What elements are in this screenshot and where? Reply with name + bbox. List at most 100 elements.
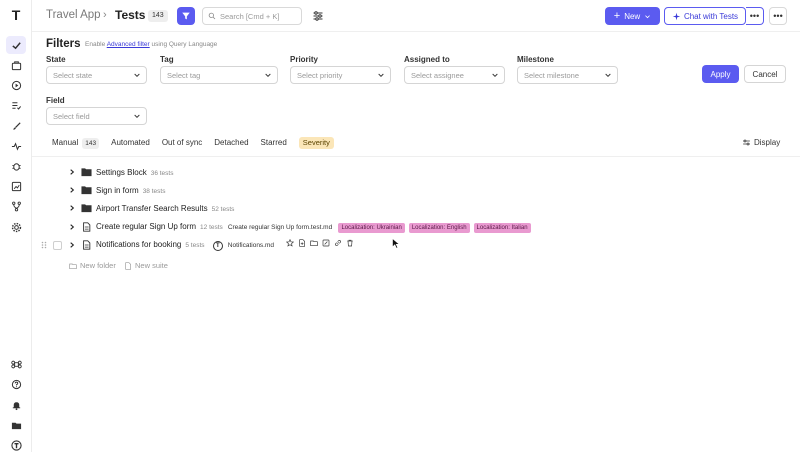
- tab-out-of-sync[interactable]: Out of sync: [156, 135, 208, 151]
- sliders-icon[interactable]: [312, 10, 324, 22]
- test-count: 12 tests: [200, 223, 223, 231]
- hint-suffix: using Query Language: [151, 41, 218, 48]
- chevron-right-icon[interactable]: [68, 204, 76, 212]
- apply-button[interactable]: Apply: [702, 65, 739, 83]
- bell-icon[interactable]: [6, 396, 26, 414]
- new-folder-button[interactable]: New folder: [69, 261, 116, 270]
- search-input[interactable]: [220, 11, 300, 21]
- briefcase-icon[interactable]: [6, 56, 26, 74]
- tree-row-folder[interactable]: Sign in form 38 tests: [32, 182, 800, 198]
- chevron-down-icon: [134, 73, 140, 77]
- tag-badge[interactable]: Localization: Italian: [473, 222, 531, 233]
- search-box[interactable]: [202, 7, 302, 25]
- add-file-icon[interactable]: [298, 239, 306, 247]
- tree-row-folder[interactable]: Settings Block 36 tests: [32, 164, 800, 180]
- chevron-down-icon: [645, 14, 651, 18]
- new-suite-button[interactable]: New suite: [124, 261, 168, 270]
- left-rail: T: [0, 0, 32, 452]
- tree-row-suite-hovered[interactable]: Notifications for booking 5 tests T Notifi…: [32, 237, 800, 253]
- link-icon[interactable]: [334, 239, 342, 247]
- state-label: State: [46, 55, 66, 64]
- tree-row-suite[interactable]: Create regular Sign Up form 12 tests Creat…: [32, 219, 800, 235]
- brush-icon[interactable]: [6, 117, 26, 135]
- row-actions: [286, 239, 354, 247]
- tree-item-label: Settings Block 36 tests: [96, 168, 173, 177]
- app-logo[interactable]: T: [9, 8, 23, 22]
- chat-with-tests-button[interactable]: Chat with Tests: [664, 7, 746, 25]
- file-name: Create regular Sign Up form.test.md: [227, 223, 333, 231]
- tests-nav-icon[interactable]: [6, 36, 26, 54]
- tree-row-folder[interactable]: Airport Transfer Search Results 52 tests: [32, 200, 800, 216]
- star-icon[interactable]: [286, 239, 295, 247]
- tab-manual[interactable]: Manual 143: [46, 135, 105, 151]
- chevron-down-icon: [378, 73, 384, 77]
- state-select[interactable]: Select state: [46, 66, 147, 84]
- field-select[interactable]: Select field: [46, 107, 147, 125]
- test-count: 52 tests: [211, 205, 235, 213]
- state-placeholder: Select state: [53, 70, 93, 80]
- tag-label: Tag: [160, 55, 174, 64]
- divider: [32, 156, 800, 157]
- filters-title: Filters: [46, 38, 81, 50]
- user-avatar-icon[interactable]: [6, 436, 26, 452]
- tab-detached[interactable]: Detached: [208, 135, 254, 151]
- command-icon[interactable]: [6, 355, 26, 373]
- row-checkbox[interactable]: [53, 240, 62, 250]
- folder-icon: [81, 186, 92, 195]
- help-icon[interactable]: [6, 375, 26, 393]
- advanced-filter-link[interactable]: Advanced filter: [107, 41, 150, 48]
- gear-icon[interactable]: [6, 218, 26, 236]
- tag-badge[interactable]: Localization: Ukrainian: [338, 222, 405, 233]
- more-options-button[interactable]: •••: [769, 7, 787, 25]
- tests-count-badge: 143: [148, 10, 168, 22]
- folder-name: Settings Block: [96, 167, 147, 177]
- chevron-right-icon[interactable]: [68, 241, 76, 249]
- priority-select[interactable]: Select priority: [290, 66, 391, 84]
- filter-button[interactable]: [177, 7, 195, 25]
- bug-icon[interactable]: [6, 157, 26, 175]
- chevron-right-icon[interactable]: [68, 168, 76, 176]
- folder-plus-icon: [69, 263, 77, 269]
- chevron-right-icon[interactable]: [68, 223, 76, 231]
- mouse-cursor-icon: [392, 238, 400, 249]
- list-check-icon[interactable]: [6, 96, 26, 114]
- test-count: 36 tests: [150, 169, 174, 177]
- tree-item-label: Notifications for booking 5 tests T Notifi…: [96, 239, 354, 251]
- tree-item-label: Sign in form 38 tests: [96, 186, 165, 195]
- priority-placeholder: Select priority: [297, 70, 343, 80]
- folder-name: Sign in form: [96, 185, 139, 195]
- test-count: 38 tests: [142, 187, 166, 195]
- tab-starred[interactable]: Starred: [255, 135, 293, 151]
- sliders-icon: [743, 139, 750, 146]
- tag-select[interactable]: Select tag: [160, 66, 278, 84]
- sparkle-icon: [672, 12, 681, 20]
- cancel-button[interactable]: Cancel: [744, 65, 786, 83]
- display-button[interactable]: Display: [742, 138, 780, 147]
- file-plus-icon: [125, 261, 131, 270]
- breadcrumb-app[interactable]: Travel App: [46, 9, 101, 21]
- chart-icon[interactable]: [6, 177, 26, 195]
- drag-handle-icon[interactable]: [41, 241, 47, 249]
- document-icon: [83, 240, 91, 250]
- tag-badge[interactable]: Localization: English: [408, 222, 470, 233]
- chat-more-button[interactable]: •••: [746, 7, 764, 25]
- pulse-icon[interactable]: [6, 137, 26, 155]
- milestone-select[interactable]: Select milestone: [517, 66, 618, 84]
- branch-icon[interactable]: [6, 197, 26, 215]
- tab-automated[interactable]: Automated: [105, 135, 156, 151]
- assignee-select[interactable]: Select assignee: [404, 66, 505, 84]
- chevron-right-icon[interactable]: [68, 186, 76, 194]
- move-folder-icon[interactable]: [310, 239, 318, 247]
- edit-icon[interactable]: [322, 239, 330, 247]
- new-button[interactable]: + New: [605, 7, 660, 25]
- tab-count-badge: 143: [82, 137, 100, 149]
- trash-icon[interactable]: [346, 239, 354, 247]
- new-button-label: New: [624, 11, 641, 21]
- play-circle-icon[interactable]: [6, 76, 26, 94]
- document-icon: [83, 222, 91, 232]
- tab-severity[interactable]: Severity: [298, 137, 334, 149]
- tab-label: Manual: [52, 138, 79, 147]
- owner-avatar-icon[interactable]: T: [212, 241, 223, 251]
- folder-icon[interactable]: [6, 416, 26, 434]
- assigned-to-label: Assigned to: [404, 55, 450, 64]
